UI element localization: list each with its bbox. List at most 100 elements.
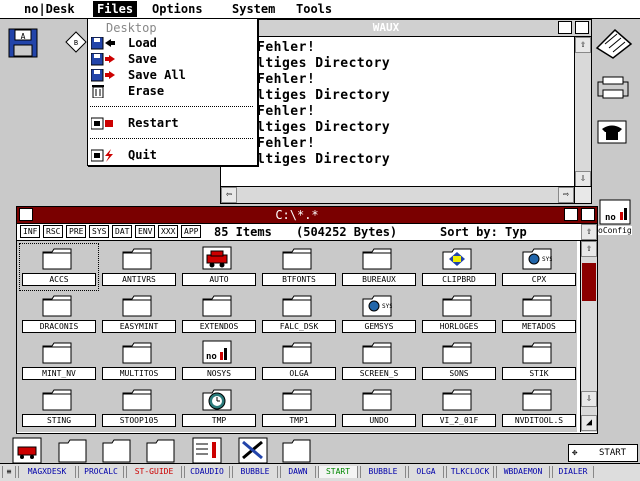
notepad-icon[interactable] xyxy=(593,26,633,60)
menu-item-erase[interactable]: Erase xyxy=(88,84,257,99)
telephone-icon[interactable] xyxy=(597,120,627,144)
taskbar-item[interactable]: PROCALC xyxy=(78,466,124,478)
scroll-left-button[interactable]: ⇦ xyxy=(221,187,237,203)
iconify-button[interactable] xyxy=(558,21,572,34)
taskbar-item[interactable]: BUBBLE xyxy=(232,466,278,478)
file-item[interactable]: AUTO xyxy=(180,244,258,290)
file-item[interactable]: METADOS xyxy=(500,291,578,337)
console-vscrollbar[interactable]: ⇧ ⇩ xyxy=(574,37,591,187)
directory-vscrollbar[interactable]: ⇧ ⇩ ◢ xyxy=(580,241,597,432)
sort-label[interactable]: Sort by: Typ xyxy=(440,225,527,239)
folder-icon[interactable] xyxy=(58,437,88,463)
file-item[interactable]: SCREEN_S xyxy=(340,338,418,384)
file-item[interactable]: ACCS xyxy=(19,243,99,291)
scroll-up-button[interactable]: ⇧ xyxy=(581,241,597,257)
iconify-button[interactable] xyxy=(564,208,578,221)
file-item[interactable]: SYS CPX xyxy=(500,244,578,290)
scroll-down-button[interactable]: ⇩ xyxy=(575,171,591,187)
file-item[interactable]: SONS xyxy=(420,338,498,384)
file-item[interactable]: VI_2_01F xyxy=(420,385,498,431)
file-item[interactable]: HORLOGES xyxy=(420,291,498,337)
taskbar-item[interactable]: ≡ xyxy=(2,466,16,478)
resize-handle[interactable]: ◢ xyxy=(581,415,597,431)
filter-button-rsc[interactable]: RSC xyxy=(43,225,64,238)
file-item[interactable]: BUREAUX xyxy=(340,244,418,290)
taskbar-item[interactable]: BUBBLE xyxy=(360,466,406,478)
folder-icon[interactable] xyxy=(102,437,132,463)
file-item[interactable]: ANTIVRS xyxy=(100,244,178,290)
tools-icon[interactable] xyxy=(238,437,268,464)
bytes-total: (504252 Bytes) xyxy=(296,225,398,239)
menu-files[interactable]: Files xyxy=(93,1,138,17)
menu-system[interactable]: System xyxy=(228,1,279,17)
menu-item-save[interactable]: Save xyxy=(88,52,257,67)
menu-item-save-all[interactable]: Save All xyxy=(88,68,257,83)
toolbar-corner-button[interactable]: ⇧ xyxy=(581,224,597,240)
file-item[interactable]: EXTENDOS xyxy=(180,291,258,337)
menu-tools[interactable]: Tools xyxy=(292,1,336,17)
file-item[interactable]: FALC_DSK xyxy=(260,291,338,337)
file-item[interactable]: STIK xyxy=(500,338,578,384)
taskbar-item[interactable]: ST-GUIDE xyxy=(126,466,182,478)
file-item[interactable]: BTFONTS xyxy=(260,244,338,290)
menu-item-quit[interactable]: Quit xyxy=(88,148,257,163)
nosys-desktop-icon[interactable]: no oConfig xyxy=(598,198,640,238)
start-button[interactable]: ✥ START xyxy=(568,444,638,462)
folder-icon xyxy=(522,387,552,411)
file-item[interactable]: NVDITOOL.S xyxy=(500,385,578,431)
printer-icon[interactable] xyxy=(596,76,630,100)
console-window[interactable]: WAUX Fehler! ltiges Directory Fehler! ltige… xyxy=(220,19,592,204)
taskbar-item[interactable]: TLKCLOCK xyxy=(446,466,494,478)
console-hscrollbar[interactable]: ⇦ ⇨ xyxy=(221,186,574,203)
menu-desk[interactable]: no|Desk xyxy=(20,1,79,17)
taskbar-item[interactable]: DAWN xyxy=(280,466,316,478)
taskbar-item[interactable]: MAGXDESK xyxy=(18,466,76,478)
filter-button-pre[interactable]: PRE xyxy=(66,225,87,238)
menu-item-restart[interactable]: Restart xyxy=(88,116,257,131)
file-item[interactable]: SYS GEMSYS xyxy=(340,291,418,337)
filter-button-dat[interactable]: DAT xyxy=(112,225,133,238)
resize-handle[interactable] xyxy=(574,186,591,203)
directory-titlebar[interactable]: C:\*.* xyxy=(17,207,597,224)
file-item[interactable]: UNDO xyxy=(340,385,418,431)
file-item[interactable]: TMP1 xyxy=(260,385,338,431)
filter-button-inf[interactable]: INF xyxy=(20,225,41,238)
filter-button-xxx[interactable]: XXX xyxy=(158,225,179,238)
file-item[interactable]: no NOSYS xyxy=(180,338,258,384)
filter-button-app[interactable]: APP xyxy=(181,225,202,238)
file-item[interactable]: MULTITOS xyxy=(100,338,178,384)
taskbar-item[interactable]: START xyxy=(318,466,358,478)
menu-options[interactable]: Options xyxy=(148,1,207,17)
fullsize-button[interactable] xyxy=(581,208,595,221)
scroll-thumb[interactable] xyxy=(582,263,596,301)
file-item[interactable]: CLIPBRD xyxy=(420,244,498,290)
file-item[interactable]: EASYMINT xyxy=(100,291,178,337)
file-item[interactable]: DRACONIS xyxy=(20,291,98,337)
taskbar-item[interactable]: CDAUDIO xyxy=(184,466,230,478)
file-item[interactable]: STING xyxy=(20,385,98,431)
folder-icon[interactable] xyxy=(282,437,312,463)
file-item[interactable]: OLGA xyxy=(260,338,338,384)
directory-window[interactable]: C:\*.* INF RSC PRE SYS DAT ENV XXX APP 85 Items… xyxy=(16,206,598,434)
folder-icon[interactable] xyxy=(146,437,176,463)
menu-item-load[interactable]: Load xyxy=(88,36,257,51)
filter-button-sys[interactable]: SYS xyxy=(89,225,110,238)
disk-b-icon[interactable]: B xyxy=(64,30,88,54)
list-document-icon[interactable] xyxy=(192,437,222,464)
taskbar-item[interactable]: DIALER xyxy=(552,466,594,478)
file-item[interactable]: MINT_NV xyxy=(20,338,98,384)
floppy-disk-a-icon[interactable]: A xyxy=(8,28,38,58)
scroll-right-button[interactable]: ⇨ xyxy=(558,187,574,203)
scroll-down-button[interactable]: ⇩ xyxy=(581,391,597,407)
filter-button-env[interactable]: ENV xyxy=(135,225,156,238)
taskbar-item[interactable]: OLGA xyxy=(408,466,444,478)
taskbar-item[interactable]: WBDAEMON xyxy=(496,466,550,478)
fullsize-button[interactable] xyxy=(575,21,589,34)
scroll-up-button[interactable]: ⇧ xyxy=(575,37,591,53)
file-item[interactable]: TMP xyxy=(180,385,258,431)
file-item[interactable]: STOOP105 xyxy=(100,385,178,431)
clock-icon xyxy=(202,387,232,411)
console-titlebar[interactable]: WAUX xyxy=(221,20,591,37)
car-icon[interactable] xyxy=(12,437,42,464)
close-button[interactable] xyxy=(19,208,33,221)
